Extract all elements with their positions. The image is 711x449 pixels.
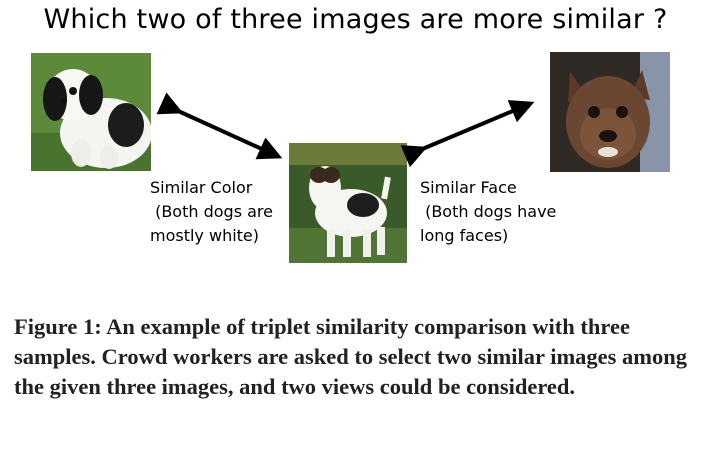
similar-color-label: Similar Color (Both dogs are mostly whit… [150,178,273,245]
left-double-arrow [156,92,283,160]
similar-face-label: Similar Face (Both dogs have long faces) [420,178,557,245]
figure-caption: Figure 1: An example of triplet similari… [14,314,688,399]
right-double-arrow [400,100,535,168]
